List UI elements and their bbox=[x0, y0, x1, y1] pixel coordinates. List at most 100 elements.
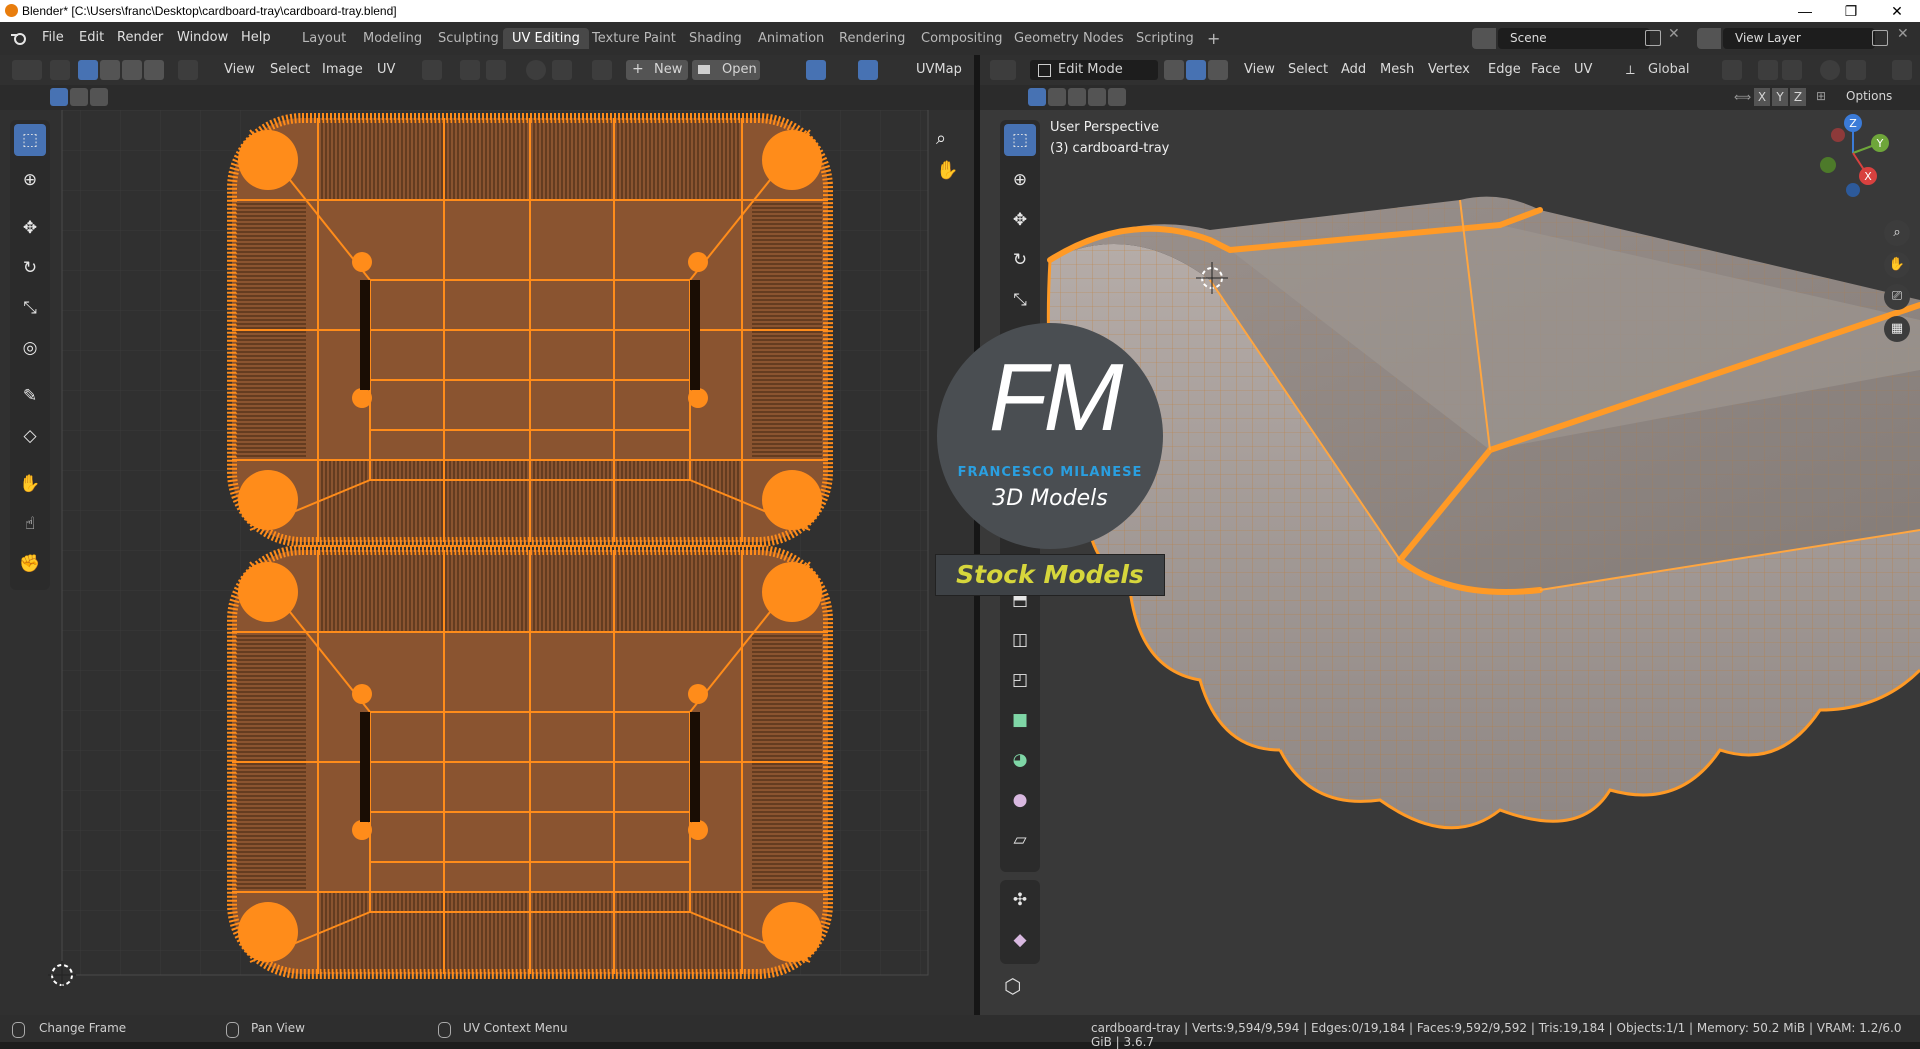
select-mode-extend-icon[interactable] bbox=[70, 88, 88, 106]
mirror-icon[interactable]: ⟺ bbox=[1734, 90, 1751, 104]
pin-icon[interactable] bbox=[768, 60, 788, 80]
new-scene-icon[interactable] bbox=[1645, 30, 1661, 46]
loop-cut-tool-icon[interactable]: ◫ bbox=[1004, 624, 1036, 656]
view3d-menu-add[interactable]: Add bbox=[1341, 60, 1366, 80]
more-icon[interactable] bbox=[1892, 60, 1912, 80]
menu-render[interactable]: Render bbox=[117, 30, 163, 45]
gizmo-toggle-icon[interactable] bbox=[858, 60, 878, 80]
knife-tool-icon[interactable]: ◰ bbox=[1004, 664, 1036, 696]
view3d-menu-mesh[interactable]: Mesh bbox=[1380, 60, 1414, 80]
menu-window[interactable]: Window bbox=[177, 30, 228, 45]
vertex-mode-icon[interactable] bbox=[1164, 60, 1184, 80]
view3d-menu-vertex[interactable]: Vertex bbox=[1428, 60, 1470, 80]
face-select-icon[interactable] bbox=[122, 60, 142, 80]
view3d-menu-face[interactable]: Face bbox=[1531, 60, 1560, 80]
editor-type-icon[interactable] bbox=[12, 60, 42, 80]
snap-target-icon[interactable] bbox=[1782, 60, 1802, 80]
transform-tool-icon[interactable]: ◎ bbox=[14, 332, 46, 364]
edge-select-icon[interactable] bbox=[100, 60, 120, 80]
falloff-icon[interactable] bbox=[552, 60, 572, 80]
options-dropdown[interactable]: Options bbox=[1846, 89, 1892, 103]
snap-icon[interactable] bbox=[460, 60, 480, 80]
island-select-icon[interactable] bbox=[144, 60, 164, 80]
select-box-tool-icon[interactable]: ⬚ bbox=[14, 124, 46, 156]
mode-selector[interactable]: Edit Mode bbox=[1030, 60, 1158, 80]
uv-menu-view[interactable]: View bbox=[224, 60, 255, 80]
uvmap-selector[interactable]: UVMap bbox=[916, 60, 962, 80]
tab-geometry-nodes[interactable]: Geometry Nodes bbox=[1005, 28, 1133, 49]
view3d-menu-edge[interactable]: Edge bbox=[1488, 60, 1521, 80]
tab-uv-editing[interactable]: UV Editing bbox=[503, 28, 589, 49]
uv-menu-image[interactable]: Image bbox=[322, 60, 363, 80]
tab-texture-paint[interactable]: Texture Paint bbox=[583, 28, 685, 49]
rip-region-tool-icon[interactable]: ◆ bbox=[1004, 924, 1036, 956]
sticky-selection-icon[interactable] bbox=[178, 60, 198, 80]
scale-tool-icon[interactable]: ⤡ bbox=[14, 292, 46, 324]
menu-help[interactable]: Help bbox=[241, 30, 271, 45]
pinch-tool-icon[interactable]: ✊ bbox=[14, 548, 46, 580]
mirror-y-toggle[interactable]: Y bbox=[1772, 88, 1788, 106]
scale-tool-icon[interactable]: ⤡ bbox=[1004, 284, 1036, 316]
new-view-layer-icon[interactable] bbox=[1872, 30, 1888, 46]
menu-file[interactable]: File bbox=[42, 30, 64, 45]
menu-edit[interactable]: Edit bbox=[79, 30, 104, 45]
new-image-button[interactable]: + New bbox=[626, 60, 688, 80]
grab-tool-icon[interactable]: ✋ bbox=[14, 468, 46, 500]
select-mode-invert-icon[interactable] bbox=[1088, 88, 1106, 106]
view-layer-field[interactable]: View Layer bbox=[1723, 28, 1875, 49]
ortho-toggle-icon[interactable]: ▦ bbox=[1884, 316, 1910, 342]
image-browse-icon[interactable] bbox=[592, 60, 612, 80]
tab-modeling[interactable]: Modeling bbox=[354, 28, 431, 49]
tab-animation[interactable]: Animation bbox=[749, 28, 833, 49]
delete-scene-icon[interactable]: ✕ bbox=[1668, 26, 1680, 42]
auto-merge-icon[interactable]: ⊞ bbox=[1816, 89, 1826, 103]
rip-tool-icon[interactable]: ◇ bbox=[14, 420, 46, 452]
camera-view-icon[interactable]: ⎚ bbox=[1884, 284, 1910, 310]
relax-tool-icon[interactable]: ☝ bbox=[14, 508, 46, 540]
cursor-tool-icon[interactable]: ⊕ bbox=[14, 164, 46, 196]
pan-view-icon[interactable]: ✋ bbox=[1884, 252, 1910, 278]
select-mode-extend-icon[interactable] bbox=[1048, 88, 1066, 106]
close-button[interactable]: ✕ bbox=[1874, 0, 1920, 22]
proportional-edit-icon[interactable] bbox=[526, 60, 546, 80]
scene-field[interactable]: Scene bbox=[1498, 28, 1650, 49]
tab-layout[interactable]: Layout bbox=[293, 28, 355, 49]
proportional-edit-icon[interactable] bbox=[1820, 60, 1840, 80]
move-tool-icon[interactable]: ✥ bbox=[1004, 204, 1036, 236]
uv-island-top[interactable] bbox=[227, 113, 833, 547]
tab-shading[interactable]: Shading bbox=[680, 28, 751, 49]
snap-icon[interactable] bbox=[1758, 60, 1778, 80]
cursor-tool-icon[interactable]: ⊕ bbox=[1004, 164, 1036, 196]
move-tool-icon[interactable]: ✥ bbox=[14, 212, 46, 244]
add-workspace-button[interactable]: + bbox=[1198, 28, 1229, 49]
edge-mode-icon[interactable] bbox=[1186, 60, 1206, 80]
tab-rendering[interactable]: Rendering bbox=[830, 28, 914, 49]
scene-browse-icon[interactable] bbox=[1472, 28, 1496, 49]
mirror-x-toggle[interactable]: X bbox=[1754, 88, 1770, 106]
navigation-gizmo[interactable]: Z Y X bbox=[1798, 110, 1908, 220]
mirror-z-toggle[interactable]: Z bbox=[1790, 88, 1806, 106]
add-cube-tool-icon[interactable]: ⬡ bbox=[1004, 974, 1021, 998]
falloff-icon[interactable] bbox=[1846, 60, 1866, 80]
select-mode-subtract-icon[interactable] bbox=[90, 88, 108, 106]
snap-target-icon[interactable] bbox=[486, 60, 506, 80]
view3d-menu-view[interactable]: View bbox=[1244, 60, 1275, 80]
uv-island-bottom[interactable] bbox=[227, 545, 833, 979]
rotate-tool-icon[interactable]: ↻ bbox=[1004, 244, 1036, 276]
tab-scripting[interactable]: Scripting bbox=[1127, 28, 1203, 49]
zoom-view-icon[interactable]: ⌕ bbox=[936, 128, 946, 149]
view3d-menu-uv[interactable]: UV bbox=[1574, 60, 1592, 80]
shrink-fatten-tool-icon[interactable]: ✣ bbox=[1004, 884, 1036, 916]
tab-compositing[interactable]: Compositing bbox=[912, 28, 1012, 49]
sync-selection-icon[interactable] bbox=[50, 60, 70, 80]
select-mode-set-icon[interactable] bbox=[50, 88, 68, 106]
smooth-tool-icon[interactable]: ● bbox=[1004, 784, 1036, 816]
restore-button[interactable]: ❐ bbox=[1828, 0, 1874, 22]
uv-menu-select[interactable]: Select bbox=[270, 60, 310, 80]
uv-menu-uv[interactable]: UV bbox=[377, 60, 395, 80]
tab-sculpting[interactable]: Sculpting bbox=[429, 28, 508, 49]
spin-tool-icon[interactable]: ◕ bbox=[1004, 744, 1036, 776]
uv-viewport[interactable]: ⬚ ⊕ ✥ ↻ ⤡ ◎ ✎ ◇ ✋ ☝ ✊ ⌕ ✋ bbox=[0, 110, 974, 1015]
pivot-icon[interactable] bbox=[1722, 60, 1742, 80]
zoom-view-icon[interactable]: ⌕ bbox=[1884, 220, 1910, 246]
